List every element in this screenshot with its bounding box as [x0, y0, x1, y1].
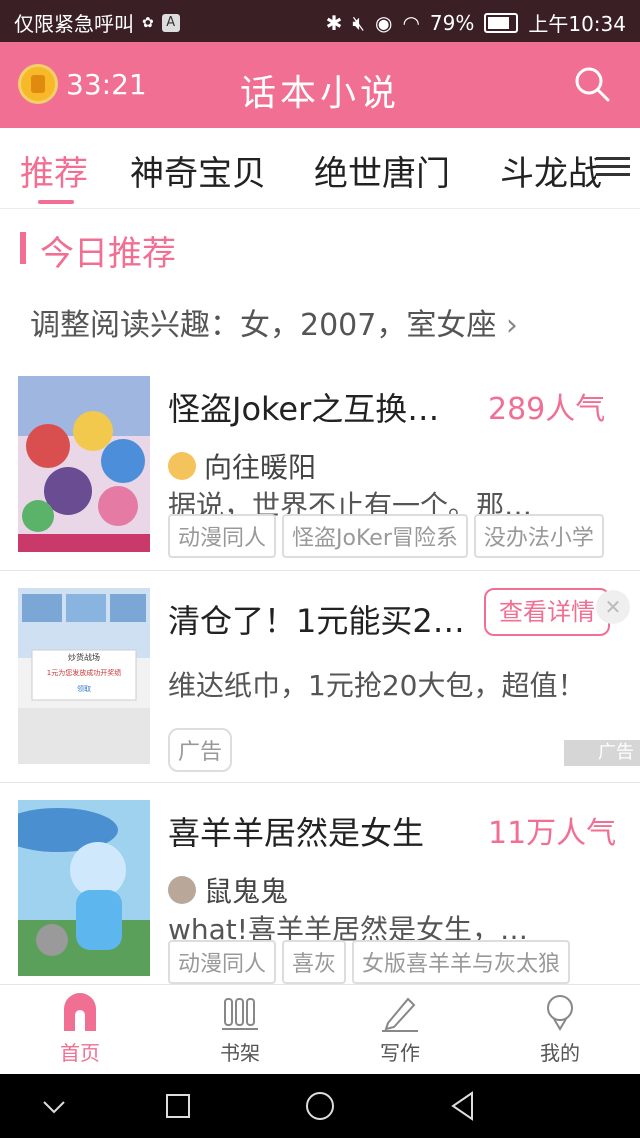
ad-image-heading: 炒货战场: [68, 653, 100, 662]
carrier-text: 仅限紧急呼叫: [14, 12, 134, 36]
bluetooth-icon: ✱: [325, 10, 343, 35]
bottom-navigation: 首页 书架 写作 我的: [0, 984, 640, 1075]
eye-icon: ◉: [375, 10, 393, 35]
pencil-icon: [382, 997, 418, 1032]
menu-icon[interactable]: [596, 152, 630, 182]
tag[interactable]: 没办法小学: [473, 514, 604, 558]
nav-label: 写作: [380, 1041, 420, 1065]
ad-image-caption: 1元为您发放成功开奖绩: [46, 669, 122, 677]
home-icon: [64, 993, 96, 1031]
book-title[interactable]: 怪盗Joker之互换…: [168, 384, 439, 430]
recent-apps-icon[interactable]: [164, 1092, 192, 1120]
ad-image[interactable]: 炒货战场 1元为您发放成功开奖绩 领取: [18, 588, 150, 764]
battery-icon: [484, 12, 519, 33]
active-tab-indicator: [38, 200, 74, 204]
app-notification-icon: A: [161, 13, 180, 32]
bookshelf-icon: [222, 998, 258, 1030]
avatar: [168, 876, 196, 904]
chevron-right-icon: ›: [505, 308, 518, 343]
status-bar: 仅限紧急呼叫 ✿ A ✱ 🔇︎ ◉ ◠ 79% 上午10:34: [0, 0, 640, 42]
nav-write[interactable]: 写作: [320, 993, 480, 1066]
profile-icon: [547, 995, 573, 1031]
system-navigation-bar: [0, 1074, 640, 1138]
ad-badge: 广告: [564, 740, 640, 766]
nav-home[interactable]: 首页: [0, 993, 160, 1066]
nav-bookshelf[interactable]: 书架: [160, 993, 320, 1066]
divider: [0, 782, 640, 783]
nav-label: 首页: [60, 1041, 100, 1065]
nav-profile[interactable]: 我的: [480, 993, 640, 1066]
divider: [0, 570, 640, 571]
mute-icon: 🔇︎: [352, 10, 365, 35]
author-name: 鼠鬼鬼: [204, 875, 289, 908]
home-button-icon[interactable]: [304, 1090, 336, 1122]
app-header: 33:21 话本小说: [0, 42, 640, 128]
tag-list: 广告: [168, 728, 233, 772]
author-row[interactable]: 向往暖阳: [168, 446, 316, 486]
book-cover[interactable]: [18, 376, 150, 552]
notification-icon: ✿: [142, 14, 154, 31]
tab-doulong[interactable]: 斗龙战: [500, 146, 602, 195]
book-cover[interactable]: [18, 800, 150, 976]
ad-image-claim: 领取: [77, 685, 91, 693]
avatar: [168, 452, 196, 480]
ad-description: 维达纸巾，1元抢20大包，超值！: [168, 669, 586, 702]
app-title: 话本小说: [239, 73, 400, 114]
ad-tag: 广告: [168, 728, 233, 772]
battery-text: 79%: [429, 10, 475, 35]
tab-recommend[interactable]: 推荐: [20, 146, 88, 195]
nav-label: 书架: [220, 1041, 260, 1065]
back-icon[interactable]: [448, 1090, 478, 1122]
ad-title[interactable]: 清仓了！1元能买2…: [168, 596, 465, 642]
book-title[interactable]: 喜羊羊居然是女生: [168, 808, 424, 854]
tab-pokemon[interactable]: 神奇宝贝: [130, 146, 266, 195]
tag-list: 动漫同人 喜灰 女版喜羊羊与灰太狼: [168, 940, 571, 984]
tag[interactable]: 女版喜羊羊与灰太狼: [352, 940, 571, 984]
popularity-count: 289人气: [488, 392, 606, 427]
tag[interactable]: 喜灰: [282, 940, 347, 984]
clock: 上午10:34: [528, 12, 626, 36]
author-name: 向往暖阳: [204, 451, 317, 484]
tag[interactable]: 动漫同人: [168, 514, 277, 558]
wifi-icon: ◠: [402, 10, 420, 35]
tag[interactable]: 动漫同人: [168, 940, 277, 984]
section-marker: [20, 232, 26, 264]
search-icon[interactable]: [572, 64, 612, 104]
tag-list: 动漫同人 怪盗JoKer冒险系 没办法小学: [168, 514, 604, 558]
tab-tangmen[interactable]: 绝世唐门: [314, 146, 450, 195]
nav-label: 我的: [540, 1041, 580, 1065]
author-row[interactable]: 鼠鬼鬼: [168, 870, 288, 910]
section-title: 今日推荐: [40, 234, 176, 274]
view-details-button[interactable]: 查看详情: [484, 588, 610, 636]
interest-setting-link[interactable]: 调整阅读兴趣：女，2007，室女座 ›: [30, 300, 518, 344]
tag[interactable]: 怪盗JoKer冒险系: [282, 514, 468, 558]
popularity-count: 11万人气: [488, 816, 617, 851]
interest-text: 调整阅读兴趣：女，2007，室女座: [30, 308, 497, 343]
category-tabs: 推荐 神奇宝贝 绝世唐门 斗龙战: [0, 128, 640, 209]
chevron-down-icon[interactable]: [40, 1094, 68, 1118]
close-icon[interactable]: ✕: [596, 590, 630, 624]
